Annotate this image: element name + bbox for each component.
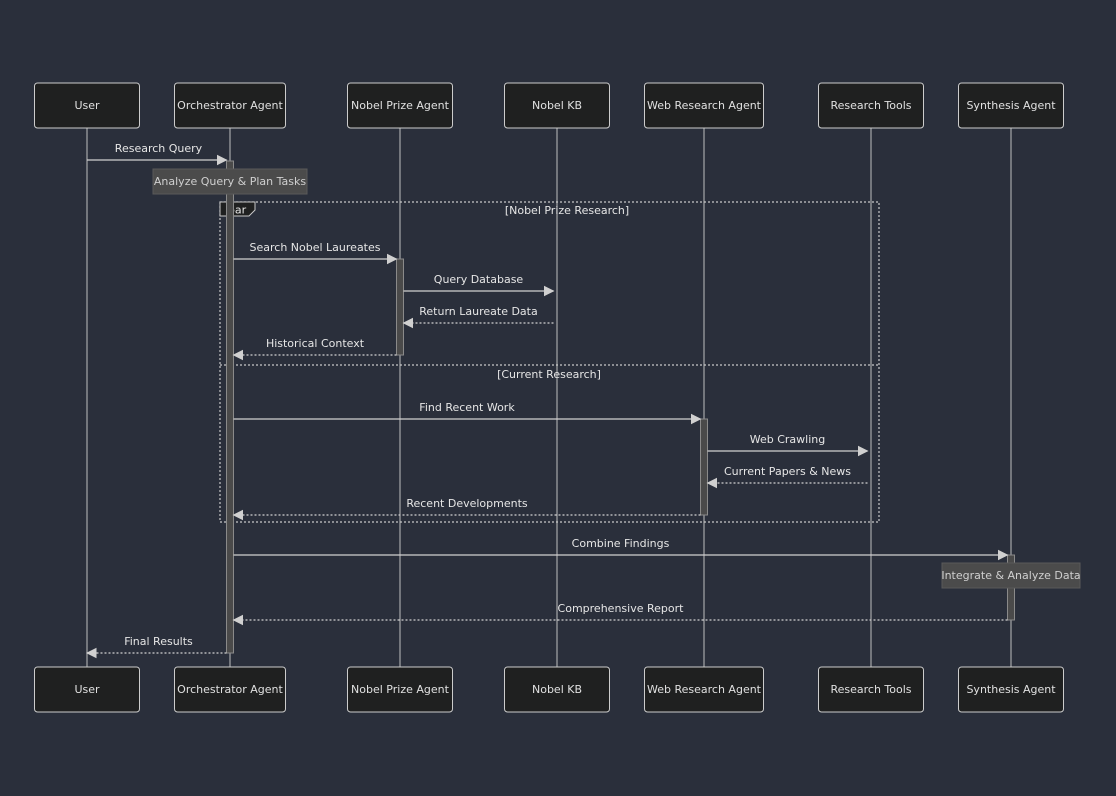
message-label: Query Database [434,273,524,286]
actor-orch-bottom[interactable]: Orchestrator Agent [174,666,286,713]
actor-label: Nobel Prize Agent [351,683,450,696]
actor-label: User [74,683,100,696]
note-label: Analyze Query & Plan Tasks [154,175,306,188]
actor-label: Nobel KB [532,99,582,112]
actor-label: Orchestrator Agent [177,683,283,696]
message-10[interactable]: Combine Findings [233,537,1009,561]
message-label: Research Query [115,142,203,155]
message-label: Historical Context [266,337,365,350]
actor-tools-bottom[interactable]: Research Tools [818,666,924,713]
actor-kb-top[interactable]: Nobel KB [504,82,610,129]
actor-synth-bottom[interactable]: Synthesis Agent [958,666,1064,713]
actor-label: Synthesis Agent [966,99,1056,112]
message-2[interactable]: Search Nobel Laureates [233,241,398,265]
actor-orch-top[interactable]: Orchestrator Agent [174,82,286,129]
actor-web-bottom[interactable]: Web Research Agent [644,666,764,713]
message-3[interactable]: Query Database [403,273,555,297]
actor-kb-bottom[interactable]: Nobel KB [504,666,610,713]
message-label: Combine Findings [572,537,670,550]
message-label: Recent Developments [406,497,528,510]
actor-user-top[interactable]: User [34,82,140,129]
actor-label: Nobel Prize Agent [351,99,450,112]
actor-synth-top[interactable]: Synthesis Agent [958,82,1064,129]
actor-nobel-top[interactable]: Nobel Prize Agent [347,82,453,129]
actor-web-top[interactable]: Web Research Agent [644,82,764,129]
activation-bar-web [700,418,708,516]
message-6[interactable]: Find Recent Work [233,401,702,425]
message-5[interactable]: Historical Context [232,337,397,361]
message-12[interactable]: Final Results [85,635,227,659]
message-11[interactable]: Comprehensive Report [232,602,1008,626]
note-synth: Integrate & Analyze Data [941,562,1081,589]
actor-label: Orchestrator Agent [177,99,283,112]
actor-user-bottom[interactable]: User [34,666,140,713]
message-4[interactable]: Return Laureate Data [402,305,554,329]
actor-label: Research Tools [830,99,911,112]
note-orch: Analyze Query & Plan Tasks [152,168,308,195]
message-7[interactable]: Web Crawling [707,433,869,457]
actor-label: Synthesis Agent [966,683,1056,696]
activation-bar-nobel [396,258,404,356]
message-label: Web Crawling [750,433,826,446]
message-9[interactable]: Recent Developments [232,497,701,521]
message-label: Search Nobel Laureates [250,241,381,254]
sequence-diagram: par [Nobel Prize Research] [Current Rese… [34,82,1081,713]
note-label: Integrate & Analyze Data [941,569,1080,582]
message-label: Current Papers & News [724,465,851,478]
actor-label: Research Tools [830,683,911,696]
message-label: Return Laureate Data [419,305,537,318]
actor-label: Nobel KB [532,683,582,696]
actor-label: Web Research Agent [647,99,762,112]
message-label: Final Results [124,635,193,648]
message-1[interactable]: Research Query [87,142,228,166]
par-section-label-2: [Current Research] [497,368,601,381]
message-label: Find Recent Work [419,401,515,414]
actor-nobel-bottom[interactable]: Nobel Prize Agent [347,666,453,713]
message-label: Comprehensive Report [558,602,685,615]
par-section-label-1: [Nobel Prize Research] [505,204,629,217]
actor-label: User [74,99,100,112]
actor-tools-top[interactable]: Research Tools [818,82,924,129]
message-8[interactable]: Current Papers & News [706,465,868,489]
activation-bar-orch [226,160,234,654]
actor-label: Web Research Agent [647,683,762,696]
